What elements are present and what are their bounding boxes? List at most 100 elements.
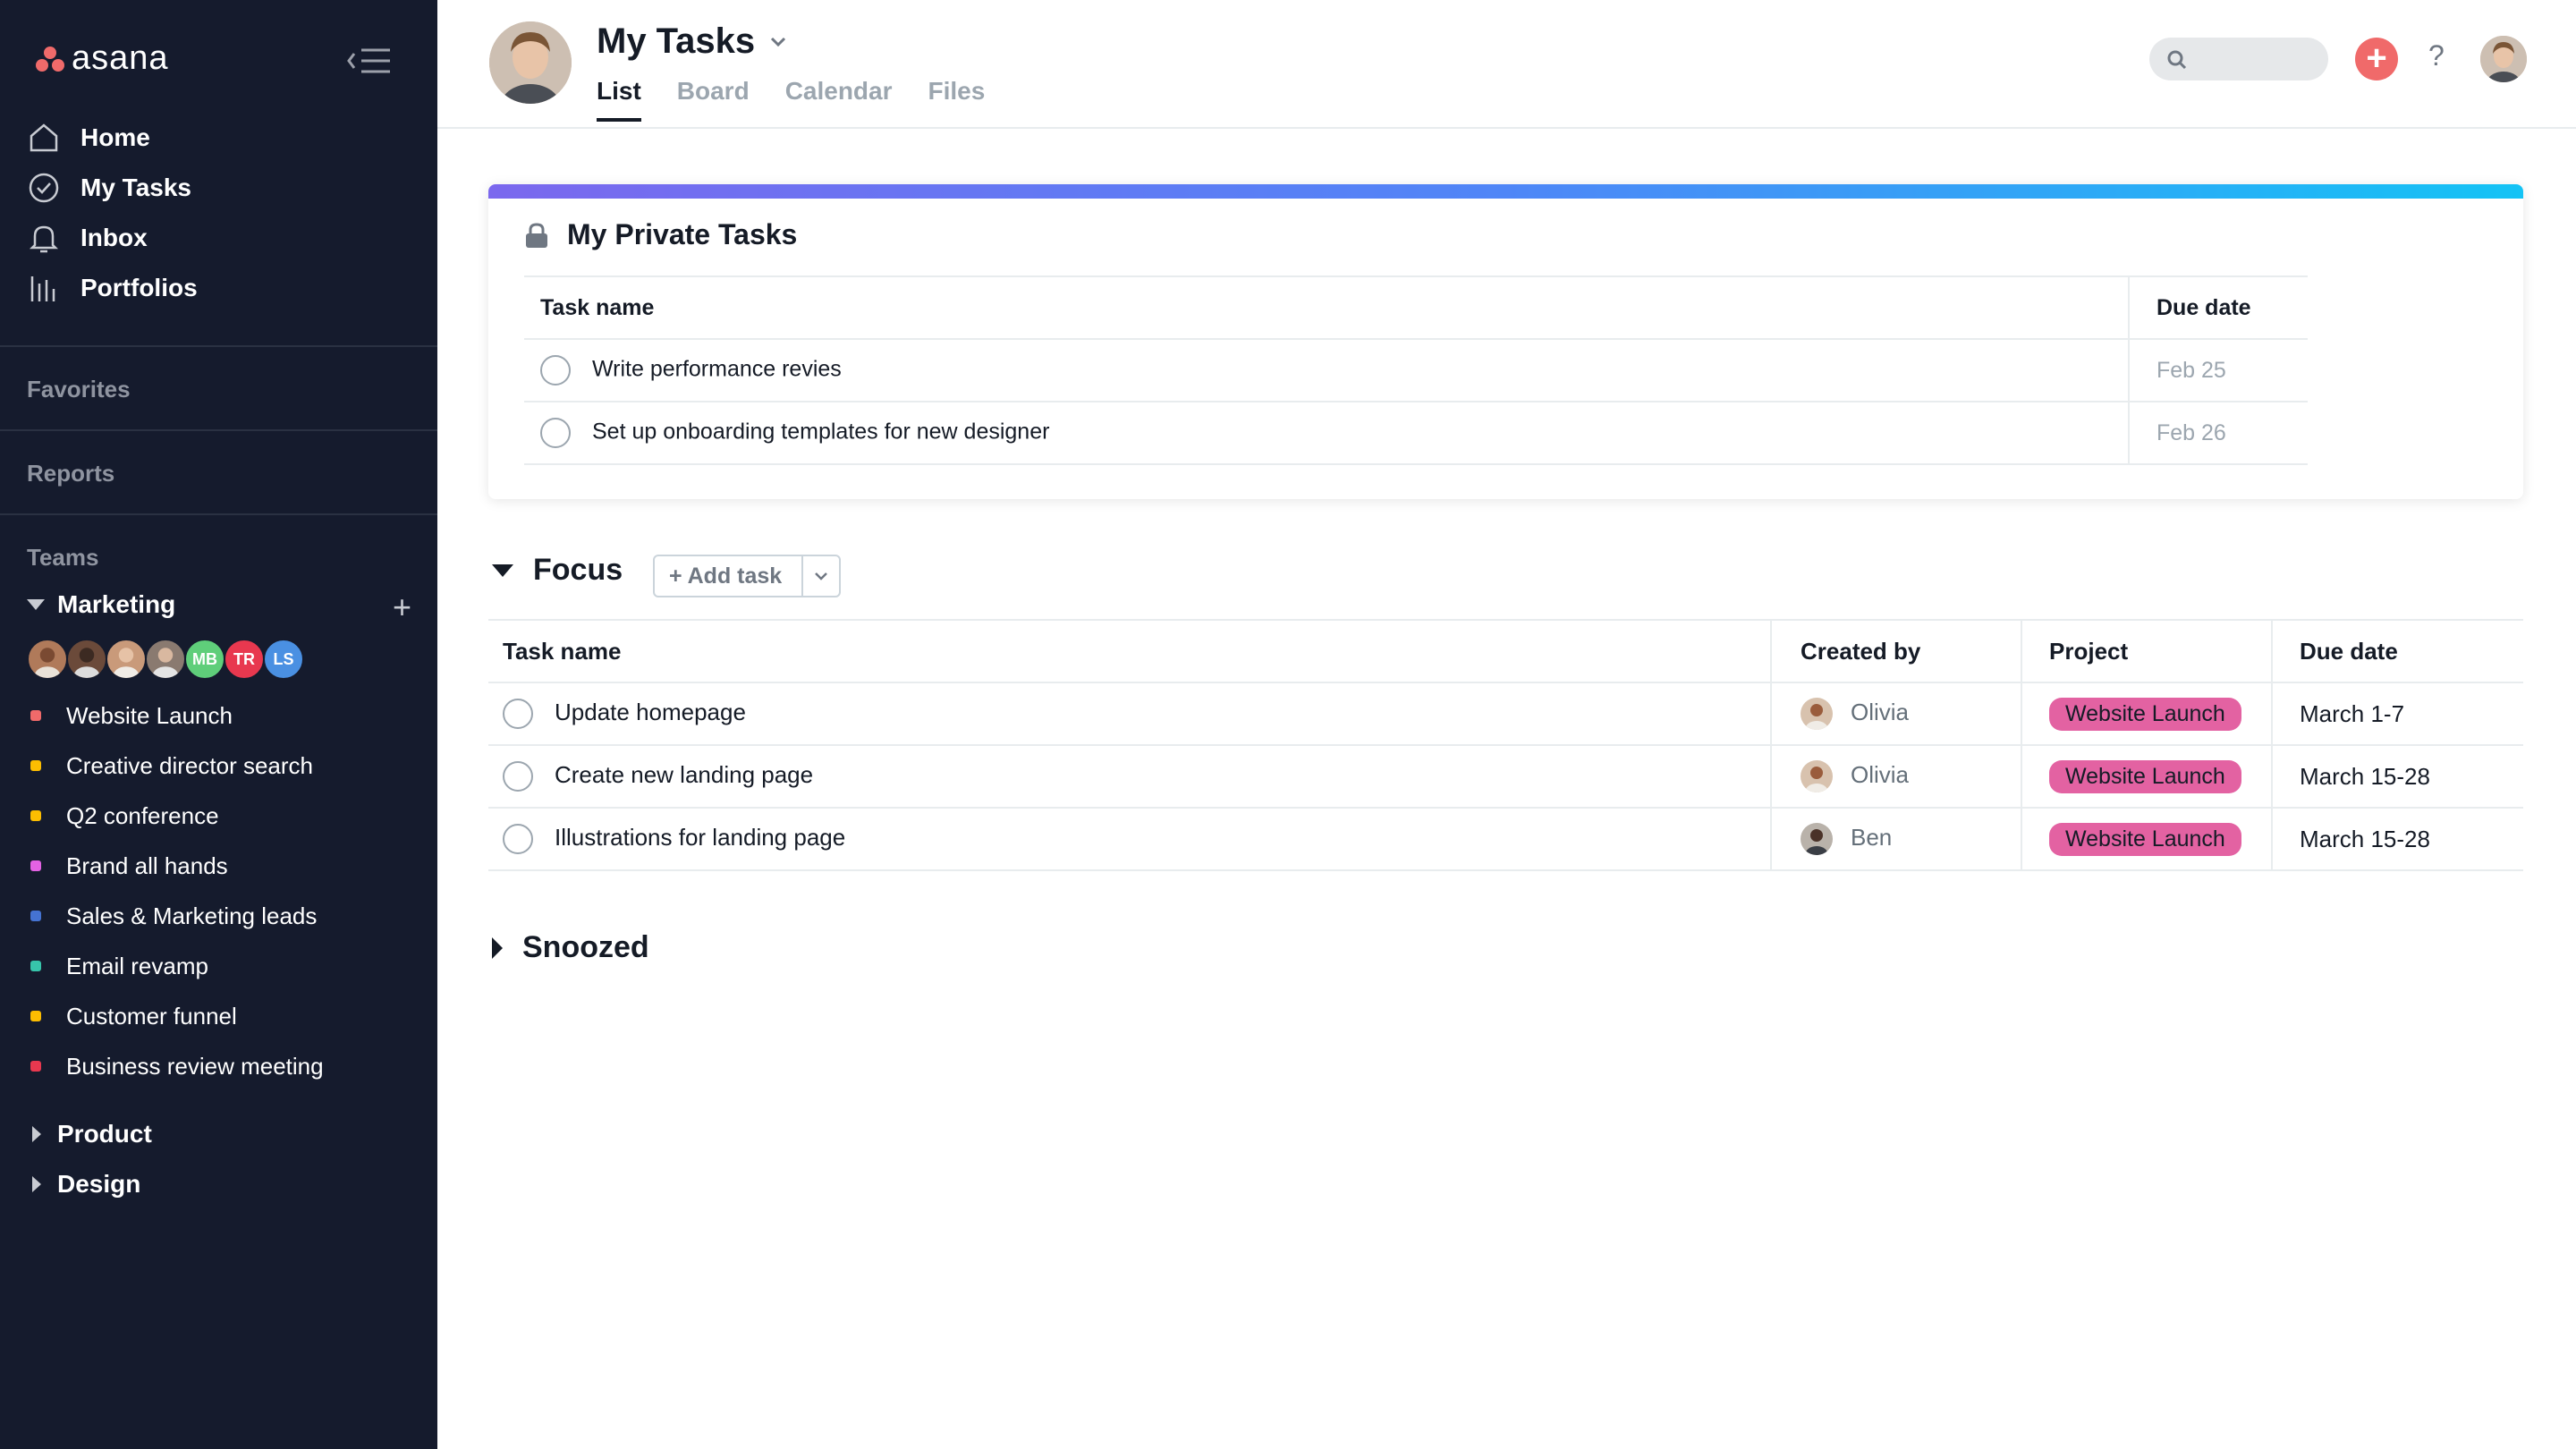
avatar[interactable] <box>106 639 147 680</box>
project-color-dot <box>30 1011 41 1021</box>
column-header-due-date[interactable]: Due date <box>2271 619 2523 683</box>
task-due-date[interactable]: Feb 26 <box>2128 402 2308 465</box>
reports-heading[interactable]: Reports <box>27 460 114 487</box>
project-label: Email revamp <box>66 952 208 979</box>
project-tag[interactable]: Website Launch <box>2049 759 2241 793</box>
quick-add-button[interactable]: + <box>2355 38 2398 80</box>
nav-label-portfolios: Portfolios <box>80 274 198 301</box>
project-color-dot <box>30 911 41 921</box>
help-button[interactable]: ? <box>2428 39 2445 72</box>
tab-board[interactable]: Board <box>677 77 750 122</box>
focus-tasks-table: Task name Created by Project Due date Up… <box>488 619 2523 871</box>
page-title[interactable]: My Tasks <box>597 21 787 62</box>
chevron-down-icon <box>771 37 786 47</box>
task-due-date[interactable]: March 1-7 <box>2271 682 2523 746</box>
sidebar-item-sales-marketing-leads[interactable]: Sales & Marketing leads <box>30 891 324 941</box>
team-members: MB TR LS <box>27 639 304 680</box>
tab-list[interactable]: List <box>597 77 641 122</box>
tab-files[interactable]: Files <box>928 77 986 122</box>
table-row[interactable]: Illustrations for landing page Ben Websi… <box>488 808 2523 871</box>
task-due-date[interactable]: March 15-28 <box>2271 808 2523 871</box>
collapse-sidebar-button[interactable] <box>343 43 394 79</box>
table-header-row: Task name Due date <box>524 275 2308 340</box>
table-row[interactable]: Set up onboarding templates for new desi… <box>524 402 2308 465</box>
task-name[interactable]: Illustrations for landing page <box>555 824 845 851</box>
project-label: Creative director search <box>66 751 313 779</box>
focus-section-header[interactable]: Focus <box>492 553 623 588</box>
nav-label-my-tasks: My Tasks <box>80 174 191 201</box>
team-product-header[interactable]: Product <box>32 1120 152 1148</box>
search-input[interactable] <box>2149 38 2328 80</box>
team-marketing-header[interactable]: Marketing + <box>27 587 411 626</box>
sidebar: asana Home My Tasks Inbox Portfolios Fav… <box>0 0 437 1449</box>
column-header-task-name[interactable]: Task name <box>524 275 2129 340</box>
avatar[interactable]: TR <box>224 639 265 680</box>
column-header-project[interactable]: Project <box>2021 619 2272 683</box>
nav-item-home[interactable]: Home <box>27 113 198 163</box>
nav-item-my-tasks[interactable]: My Tasks <box>27 163 198 213</box>
table-row[interactable]: Update homepage Olivia Website Launch Ma… <box>488 682 2523 746</box>
team-design-header[interactable]: Design <box>32 1170 140 1199</box>
nav-item-portfolios[interactable]: Portfolios <box>27 263 198 313</box>
sidebar-item-customer-funnel[interactable]: Customer funnel <box>30 991 324 1041</box>
sidebar-item-email-revamp[interactable]: Email revamp <box>30 941 324 991</box>
nav-item-inbox[interactable]: Inbox <box>27 213 198 263</box>
sidebar-item-website-launch[interactable]: Website Launch <box>30 691 324 741</box>
page-title-text: My Tasks <box>597 21 756 61</box>
table-row[interactable]: Write performance revies Feb 25 <box>524 339 2308 402</box>
sidebar-item-creative-director-search[interactable]: Creative director search <box>30 741 324 791</box>
task-name[interactable]: Set up onboarding templates for new desi… <box>592 419 1049 445</box>
task-name[interactable]: Create new landing page <box>555 761 813 788</box>
favorites-heading[interactable]: Favorites <box>27 376 131 403</box>
sidebar-item-business-review-meeting[interactable]: Business review meeting <box>30 1041 324 1091</box>
private-tasks-table: Task name Due date Write performance rev… <box>524 275 2308 465</box>
private-tasks-title: My Private Tasks <box>524 218 797 251</box>
complete-checkbox[interactable] <box>540 355 571 386</box>
complete-checkbox[interactable] <box>503 824 533 855</box>
avatar[interactable]: LS <box>263 639 304 680</box>
column-header-created-by[interactable]: Created by <box>1770 619 2021 683</box>
complete-checkbox[interactable] <box>503 699 533 730</box>
add-project-button[interactable]: + <box>393 589 411 626</box>
complete-checkbox[interactable] <box>503 761 533 792</box>
sidebar-item-brand-all-hands[interactable]: Brand all hands <box>30 841 324 891</box>
section-title: Snoozed <box>522 930 649 964</box>
sidebar-item-q2-conference[interactable]: Q2 conference <box>30 791 324 841</box>
sidebar-divider <box>0 345 437 347</box>
sidebar-divider <box>0 513 437 515</box>
view-tabs: List Board Calendar Files <box>597 77 1021 122</box>
project-tag[interactable]: Website Launch <box>2049 697 2241 731</box>
avatar[interactable]: MB <box>184 639 225 680</box>
card-accent-bar <box>488 184 2523 199</box>
avatar[interactable] <box>145 639 186 680</box>
add-task-dropdown[interactable] <box>801 556 839 596</box>
avatar[interactable] <box>66 639 107 680</box>
tab-calendar[interactable]: Calendar <box>785 77 893 122</box>
nav-label-inbox: Inbox <box>80 224 148 251</box>
project-label: Website Launch <box>66 701 233 729</box>
project-tag[interactable]: Website Launch <box>2049 822 2241 856</box>
project-color-dot <box>30 961 41 971</box>
add-task-button[interactable]: + Add task <box>653 555 841 597</box>
project-label: Brand all hands <box>66 852 228 879</box>
task-due-date[interactable]: March 15-28 <box>2271 745 2523 809</box>
project-color-dot <box>30 810 41 821</box>
project-label: Customer funnel <box>66 1002 237 1030</box>
avatar[interactable] <box>27 639 68 680</box>
task-due-date[interactable]: Feb 25 <box>2128 339 2308 402</box>
project-label: Sales & Marketing leads <box>66 902 318 929</box>
teams-heading: Teams <box>27 544 99 571</box>
column-header-task-name[interactable]: Task name <box>488 619 1771 683</box>
user-avatar[interactable] <box>489 21 572 104</box>
creator-name: Ben <box>1851 823 1893 851</box>
profile-avatar[interactable] <box>2480 36 2527 82</box>
asana-logo[interactable]: asana <box>36 39 169 78</box>
column-header-due-date[interactable]: Due date <box>2128 275 2308 340</box>
complete-checkbox[interactable] <box>540 418 571 448</box>
snoozed-section-header[interactable]: Snoozed <box>492 930 649 965</box>
task-name[interactable]: Update homepage <box>555 699 746 725</box>
task-name[interactable]: Write performance revies <box>592 357 842 382</box>
avatar <box>1801 760 1833 792</box>
nav-label-home: Home <box>80 123 150 151</box>
table-row[interactable]: Create new landing page Olivia Website L… <box>488 745 2523 809</box>
